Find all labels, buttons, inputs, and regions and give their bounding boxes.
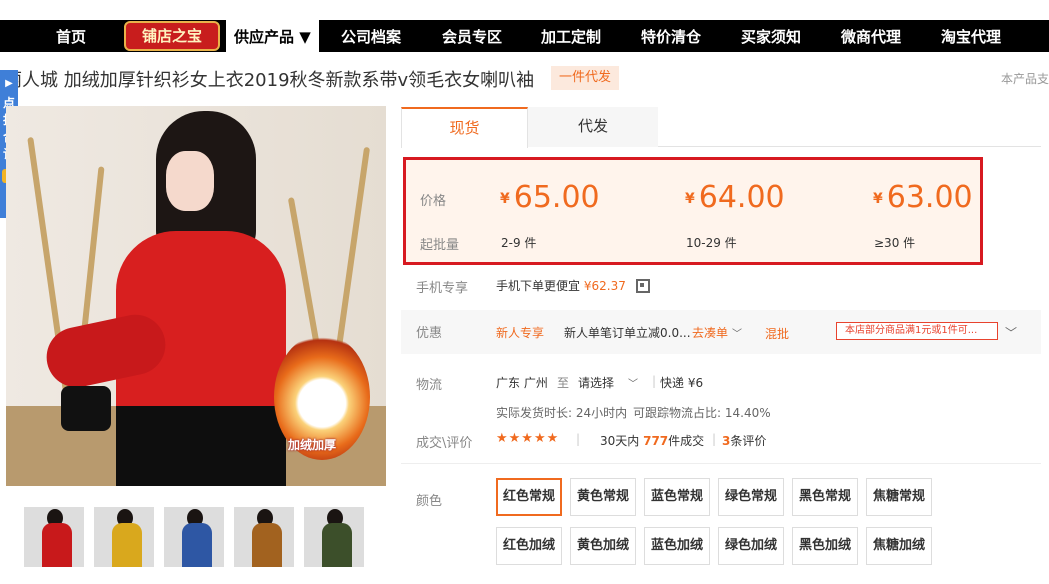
qty-tier-3: ≥30 件 [874,236,916,250]
go-shopping-link[interactable]: 去凑单 ﹀ [692,324,742,341]
ship-time: 实际发货时长: 24小时内 [496,406,628,420]
destination-select[interactable]: 请选择 ﹀ [578,374,638,391]
thumbnail-blue[interactable] [164,507,224,567]
nav-clearance[interactable]: 特价清仓 [641,26,701,47]
ship-to-word: 至 [557,376,570,390]
new-user-tag: 新人专享 [496,326,545,340]
color-option[interactable]: 黄色常规 [570,478,636,516]
sold-count[interactable]: 30天内 777件成交 [600,432,704,449]
rating-stars-icon: ★★★★★ [496,431,560,446]
mobile-offer[interactable]: 手机下单更便宜 ¥62.37 [496,277,650,294]
price-tier-box: 价格 起批量 ¥65.00 2-9 件 ¥64.00 10-29 件 ¥63.0… [403,157,983,265]
fleece-label: 加绒加厚 [288,438,337,452]
thumbnail-green[interactable] [304,507,364,567]
nav-home[interactable]: 首页 [56,26,86,47]
color-option[interactable]: 焦糖常规 [866,478,932,516]
separator: | [652,374,657,388]
color-option[interactable]: 黑色常规 [792,478,858,516]
arrow-right-icon[interactable]: ▶ [0,70,18,89]
color-option[interactable]: 绿色加绒 [718,527,784,565]
price-tier-3: ¥63.00 [873,180,973,215]
thumbnail-strip [24,507,364,567]
black-handbag [61,386,111,431]
thumbnail-caramel[interactable] [234,507,294,567]
shop-badge-logo[interactable]: 铺店之宝 [124,21,220,51]
qty-tier-1: 2-9 件 [501,236,537,250]
review-count[interactable]: 3条评价 [722,432,766,449]
thumbnail-yellow[interactable] [94,507,154,567]
color-option[interactable]: 黑色加绒 [792,527,858,565]
chevron-down-icon: ﹀ [628,379,639,390]
color-option[interactable]: 蓝色加绒 [644,527,710,565]
color-option[interactable]: 红色常规 [496,478,562,516]
color-option[interactable]: 蓝色常规 [644,478,710,516]
trace-rate: 可跟踪物流占比: 14.40% [633,406,771,420]
min-qty-label: 起批量 [420,238,460,253]
dropship-badge: 一件代发 [551,66,619,90]
chevron-down-icon[interactable]: ﹀ [1005,324,1017,341]
color-option[interactable]: 黄色加绒 [570,527,636,565]
main-product-image[interactable]: 加绒加厚 [6,106,386,486]
stock-tabs: 现货 代发 [401,107,1041,148]
separator: | [712,432,717,446]
product-title-row: 丽人城 加绒加厚针织衫女上衣2019秋冬新款系带v领毛衣女喇叭袖 一件代发 本产… [0,66,1049,92]
model-face [166,151,214,211]
nav-buyer-notice[interactable]: 买家须知 [741,26,801,47]
separator: | [576,432,581,446]
nav-members[interactable]: 会员专区 [442,26,502,47]
divider [401,463,1041,464]
express-fee: 快递 ¥6 [660,376,704,390]
promo-label: 优惠 [416,326,443,341]
nav-company[interactable]: 公司档案 [341,26,401,47]
product-support-note: 本产品支 [1000,72,1049,86]
mobile-label: 手机专享 [416,281,469,296]
thumbnail-red[interactable] [24,507,84,567]
store-coupon-ticket[interactable]: 本店部分商品满1元或1件可... [836,322,998,340]
nav-wechat-agent[interactable]: 微商代理 [841,26,901,47]
deals-label: 成交\评价 [416,436,473,451]
color-option[interactable]: 焦糖加绒 [866,527,932,565]
black-skirt [116,406,286,486]
color-option[interactable]: 红色加绒 [496,527,562,565]
qr-code-icon[interactable] [635,279,650,293]
logistics-label: 物流 [416,378,443,393]
ship-from: 广东 广州 [496,376,548,390]
chevron-down-icon: ﹀ [732,329,743,340]
nav-products[interactable]: 供应产品 ▼ [226,20,319,52]
qty-tier-2: 10-29 件 [686,236,737,250]
product-title: 丽人城 加绒加厚针织衫女上衣2019秋冬新款系带v领毛衣女喇叭袖 [4,70,535,91]
tab-in-stock[interactable]: 现货 [401,107,528,148]
price-tier-2: ¥64.00 [685,180,785,215]
nav-taobao-agent[interactable]: 淘宝代理 [941,26,1001,47]
price-tier-1: ¥65.00 [500,180,600,215]
tab-dropship[interactable]: 代发 [528,107,658,147]
nav-custom[interactable]: 加工定制 [541,26,601,47]
color-option[interactable]: 绿色常规 [718,478,784,516]
mixed-batch-link[interactable]: 混批 [765,325,789,342]
color-label: 颜色 [416,494,443,509]
price-label: 价格 [420,194,447,209]
promo-description: 新人单笔订单立减0.0... [564,326,691,340]
